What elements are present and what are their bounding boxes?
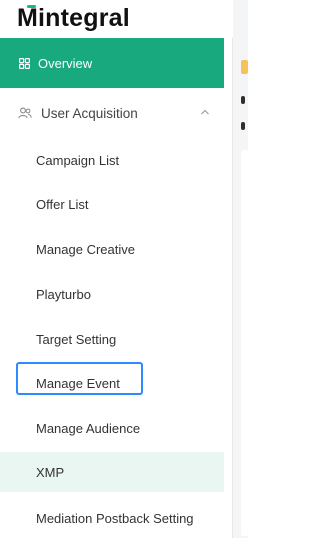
app-root: Mintegral Overview User Acquisition Camp… <box>0 0 248 538</box>
sidebar-item-playturbo[interactable]: Playturbo <box>0 274 224 314</box>
sidebar-item-label: Manage Audience <box>36 420 141 436</box>
brand-logo[interactable]: Mintegral <box>17 2 130 34</box>
sidebar: Mintegral Overview User Acquisition Camp… <box>0 0 232 538</box>
users-icon <box>18 107 32 119</box>
sidebar-item-label: Offer List <box>36 196 89 212</box>
content-fragment <box>241 60 248 74</box>
content-panel <box>241 150 248 536</box>
sidebar-item-label: Playturbo <box>36 286 91 302</box>
sidebar-item-target-setting[interactable]: Target Setting <box>0 319 224 359</box>
sidebar-item-xmp[interactable]: XMP <box>0 452 224 492</box>
content-fragment <box>241 122 245 130</box>
sidebar-item-label: Mediation Postback Setting <box>36 510 194 526</box>
sidebar-group-user-acquisition[interactable]: User Acquisition <box>0 93 224 133</box>
logo-accent <box>27 5 36 8</box>
sidebar-item-label: Overview <box>38 55 93 71</box>
main-content-edge <box>233 0 248 538</box>
sidebar-item-manage-creative[interactable]: Manage Creative <box>0 229 224 269</box>
dashboard-grid-icon <box>19 57 30 69</box>
sidebar-item-offer-list[interactable]: Offer List <box>0 184 224 224</box>
sidebar-item-label: Target Setting <box>36 331 117 347</box>
sidebar-group-label: User Acquisition <box>41 105 138 121</box>
sidebar-item-mediation-postback-setting[interactable]: Mediation Postback Setting <box>0 498 224 538</box>
sidebar-item-label: Manage Event <box>36 375 120 391</box>
chevron-up-icon[interactable] <box>200 107 210 117</box>
sidebar-item-overview[interactable]: Overview <box>0 38 224 88</box>
sidebar-item-campaign-list[interactable]: Campaign List <box>0 140 224 180</box>
sidebar-item-label: XMP <box>36 464 65 480</box>
sidebar-item-label: Campaign List <box>36 152 120 168</box>
sidebar-item-manage-audience[interactable]: Manage Audience <box>0 408 224 448</box>
sidebar-item-label: Manage Creative <box>36 241 135 257</box>
sidebar-item-manage-event[interactable]: Manage Event <box>0 363 224 403</box>
content-fragment <box>241 96 245 104</box>
